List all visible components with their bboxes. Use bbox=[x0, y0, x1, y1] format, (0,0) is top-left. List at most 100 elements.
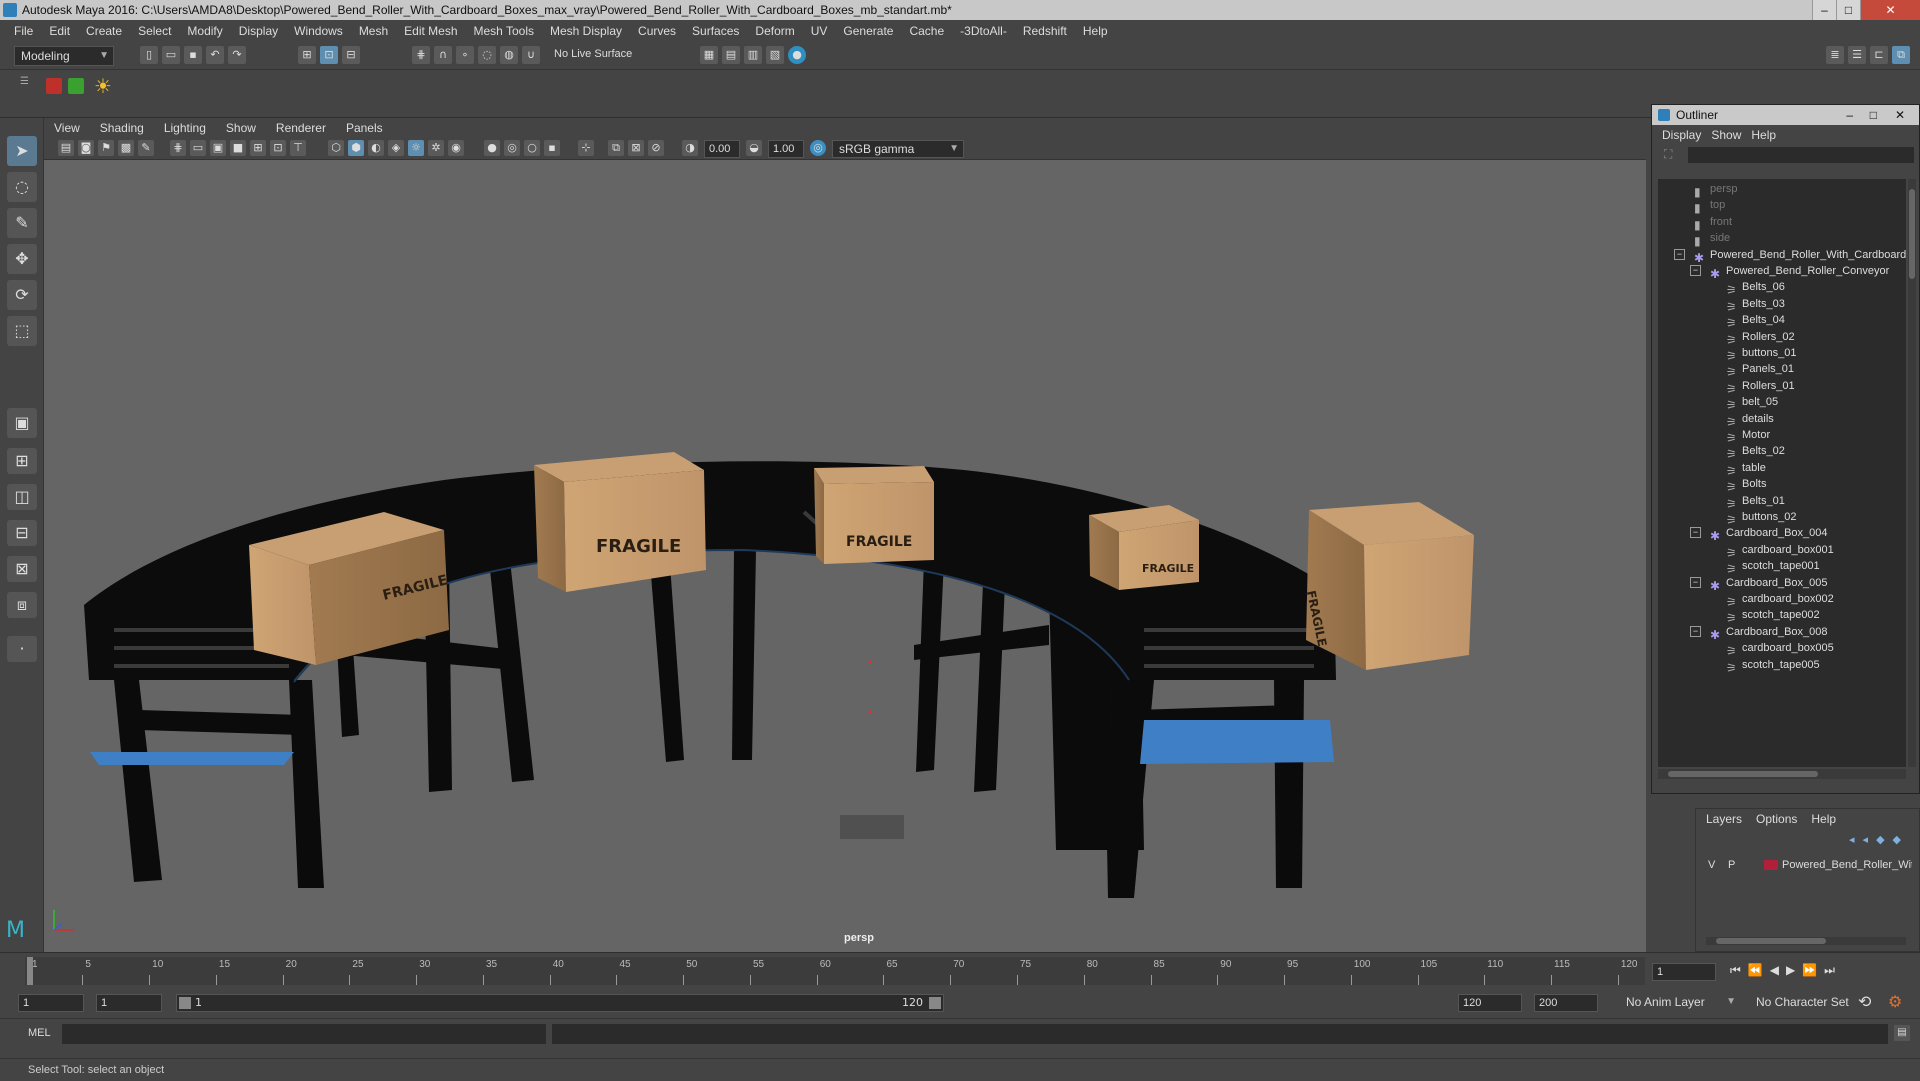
command-input[interactable] bbox=[62, 1024, 546, 1044]
playback-controls[interactable]: ⏮⏪◀▶⏩⏭ bbox=[1730, 963, 1842, 978]
menu-windows[interactable]: Windows bbox=[286, 24, 351, 38]
scroll-thumb[interactable] bbox=[1668, 771, 1818, 777]
grease-pencil-icon[interactable]: ✎ bbox=[138, 140, 154, 156]
script-editor-icon[interactable]: ▤ bbox=[1894, 1025, 1910, 1041]
menu-mesh[interactable]: Mesh bbox=[351, 24, 396, 38]
xray-components-icon[interactable]: ⊠ bbox=[628, 140, 644, 156]
panel-menu-show[interactable]: Show bbox=[216, 121, 266, 135]
custom-layout-icon[interactable]: · bbox=[7, 636, 37, 662]
outliner-hscrollbar[interactable] bbox=[1658, 769, 1906, 779]
end-frame-field[interactable]: 200 bbox=[1534, 994, 1598, 1012]
safe-title-icon[interactable]: ⊤ bbox=[290, 140, 306, 156]
field-chart-icon[interactable]: ⊞ bbox=[250, 140, 266, 156]
collapse-toggle-icon[interactable]: − bbox=[1690, 625, 1701, 637]
select-component-icon[interactable]: ⊟ bbox=[342, 46, 360, 64]
collapse-toggle-icon[interactable]: − bbox=[1690, 265, 1701, 276]
time-slider[interactable]: 1 5 10 15 20 25 30 35 40 45 50 55 60 65 70 75 80 85 90 95 10… bbox=[0, 952, 1920, 988]
bookmark-icon[interactable]: ⚑ bbox=[98, 140, 114, 156]
outliner-vscrollbar[interactable] bbox=[1908, 179, 1916, 767]
motion-blur-icon[interactable]: ● bbox=[484, 140, 500, 156]
menu-create[interactable]: Create bbox=[78, 24, 130, 38]
hypershade-icon[interactable]: ● bbox=[788, 46, 806, 64]
command-language-label[interactable]: MEL bbox=[28, 1027, 51, 1039]
snap-view-icon[interactable]: ◌ bbox=[478, 46, 496, 64]
menu-mesh-tools[interactable]: Mesh Tools bbox=[466, 24, 542, 38]
filter-icon[interactable]: ⛶ bbox=[1664, 147, 1672, 162]
shelf-red-icon[interactable] bbox=[46, 78, 62, 94]
attribute-editor-icon[interactable]: ☰ bbox=[1848, 46, 1866, 64]
exposure-field[interactable]: 0.00 bbox=[704, 140, 740, 158]
camera-attr-icon[interactable]: ◙ bbox=[78, 140, 94, 156]
use-all-lights-icon[interactable]: ☼ bbox=[408, 140, 424, 156]
outliner-menu-show[interactable]: Show bbox=[1711, 128, 1751, 142]
mode-select[interactable]: Modeling ▼ bbox=[14, 46, 114, 66]
grid-toggle-icon[interactable]: ⋕ bbox=[170, 140, 186, 156]
gamma-icon[interactable]: ◒ bbox=[746, 140, 762, 156]
character-set-select[interactable]: No Character Set bbox=[1750, 994, 1872, 1012]
scroll-thumb[interactable] bbox=[1716, 938, 1826, 944]
scroll-thumb[interactable] bbox=[1909, 189, 1915, 279]
maximize-button[interactable]: □ bbox=[1870, 105, 1877, 125]
anim-layer-select[interactable]: No Anim Layer ▼ bbox=[1620, 994, 1740, 1012]
maximize-button[interactable]: □ bbox=[1836, 0, 1860, 20]
snap-grid-icon[interactable]: ⋕ bbox=[412, 46, 430, 64]
menu-surfaces[interactable]: Surfaces bbox=[684, 24, 747, 38]
select-object-icon[interactable]: ⊡ bbox=[320, 46, 338, 64]
outliner-menu-display[interactable]: Display bbox=[1662, 128, 1711, 142]
wireframe-on-shaded-icon[interactable]: ◐ bbox=[368, 140, 384, 156]
range-start-handle[interactable] bbox=[179, 997, 191, 1009]
collapse-toggle-icon[interactable]: − bbox=[1690, 527, 1701, 539]
preferences-icon[interactable]: ⚙ bbox=[1888, 992, 1902, 1011]
isolate-select-icon[interactable]: ▪ bbox=[544, 140, 560, 156]
playback-end-field[interactable]: 120 bbox=[1458, 994, 1522, 1012]
menu-generate[interactable]: Generate bbox=[835, 24, 901, 38]
ipr-render-icon[interactable]: ▥ bbox=[744, 46, 762, 64]
menu-uv[interactable]: UV bbox=[803, 24, 836, 38]
layer-visibility-toggle[interactable]: V bbox=[1708, 855, 1715, 875]
menu-deform[interactable]: Deform bbox=[747, 24, 802, 38]
menu-file[interactable]: File bbox=[6, 24, 41, 38]
start-frame-field[interactable]: 1 bbox=[18, 994, 84, 1012]
render-view-icon[interactable]: ▤ bbox=[722, 46, 740, 64]
live-surface-label[interactable]: No Live Surface bbox=[554, 48, 632, 60]
undo-icon[interactable]: ↶ bbox=[206, 46, 224, 64]
shadows-icon[interactable]: ✲ bbox=[428, 140, 444, 156]
minimize-button[interactable]: – bbox=[1812, 0, 1836, 20]
menu-select[interactable]: Select bbox=[130, 24, 179, 38]
hypershade-layout-icon[interactable]: ⧈ bbox=[7, 592, 37, 618]
open-scene-icon[interactable]: ▭ bbox=[162, 46, 180, 64]
layer-actions-icons[interactable]: ◂◂◆◆ bbox=[1849, 833, 1909, 846]
layer-menu-layers[interactable]: Layers bbox=[1706, 812, 1756, 826]
shelf-menu-icon[interactable]: ☰ bbox=[20, 76, 29, 87]
playback-start-field[interactable]: 1 bbox=[96, 994, 162, 1012]
xray-joints-icon[interactable]: ⧉ bbox=[608, 140, 624, 156]
layer-playback-toggle[interactable]: P bbox=[1728, 855, 1735, 875]
panel-menu-panels[interactable]: Panels bbox=[336, 121, 393, 135]
select-hierarchy-icon[interactable]: ⊞ bbox=[298, 46, 316, 64]
color-management-icon[interactable]: ◎ bbox=[810, 140, 826, 156]
gate-mask-icon[interactable]: ■ bbox=[230, 140, 246, 156]
modeling-toolkit-icon[interactable]: ≣ bbox=[1826, 46, 1844, 64]
menu-redshift[interactable]: Redshift bbox=[1015, 24, 1075, 38]
light-sun-icon[interactable]: ☀ bbox=[94, 74, 112, 98]
graph-layout-icon[interactable]: ⊠ bbox=[7, 556, 37, 582]
select-tool-icon[interactable]: ➤ bbox=[7, 136, 37, 166]
auto-key-icon[interactable]: ⟲ bbox=[1858, 992, 1871, 1011]
current-frame-field[interactable]: 1 bbox=[1652, 963, 1716, 981]
current-time-indicator[interactable] bbox=[27, 957, 33, 985]
two-view-icon[interactable]: ◫ bbox=[7, 484, 37, 510]
collapse-toggle-icon[interactable]: − bbox=[1674, 248, 1685, 260]
layer-row[interactable]: V P Powered_Bend_Roller_With_Cardboard_B… bbox=[1700, 855, 1915, 875]
menu-edit-mesh[interactable]: Edit Mesh bbox=[396, 24, 465, 38]
four-view-icon[interactable]: ⊞ bbox=[7, 448, 37, 474]
close-button[interactable]: ✕ bbox=[1860, 0, 1920, 20]
snap-vertex-icon[interactable]: ∪ bbox=[522, 46, 540, 64]
menu-help[interactable]: Help bbox=[1075, 24, 1116, 38]
layer-name[interactable]: Powered_Bend_Roller_With_Cardboard_Boxes bbox=[1782, 855, 1912, 875]
panel-menu-view[interactable]: View bbox=[44, 121, 90, 135]
camera-select-icon[interactable]: ▤ bbox=[58, 140, 74, 156]
snap-point-icon[interactable]: ∘ bbox=[456, 46, 474, 64]
single-view-icon[interactable]: ▣ bbox=[7, 408, 37, 438]
save-scene-icon[interactable]: ▪ bbox=[184, 46, 202, 64]
panel-menu-lighting[interactable]: Lighting bbox=[154, 121, 216, 135]
